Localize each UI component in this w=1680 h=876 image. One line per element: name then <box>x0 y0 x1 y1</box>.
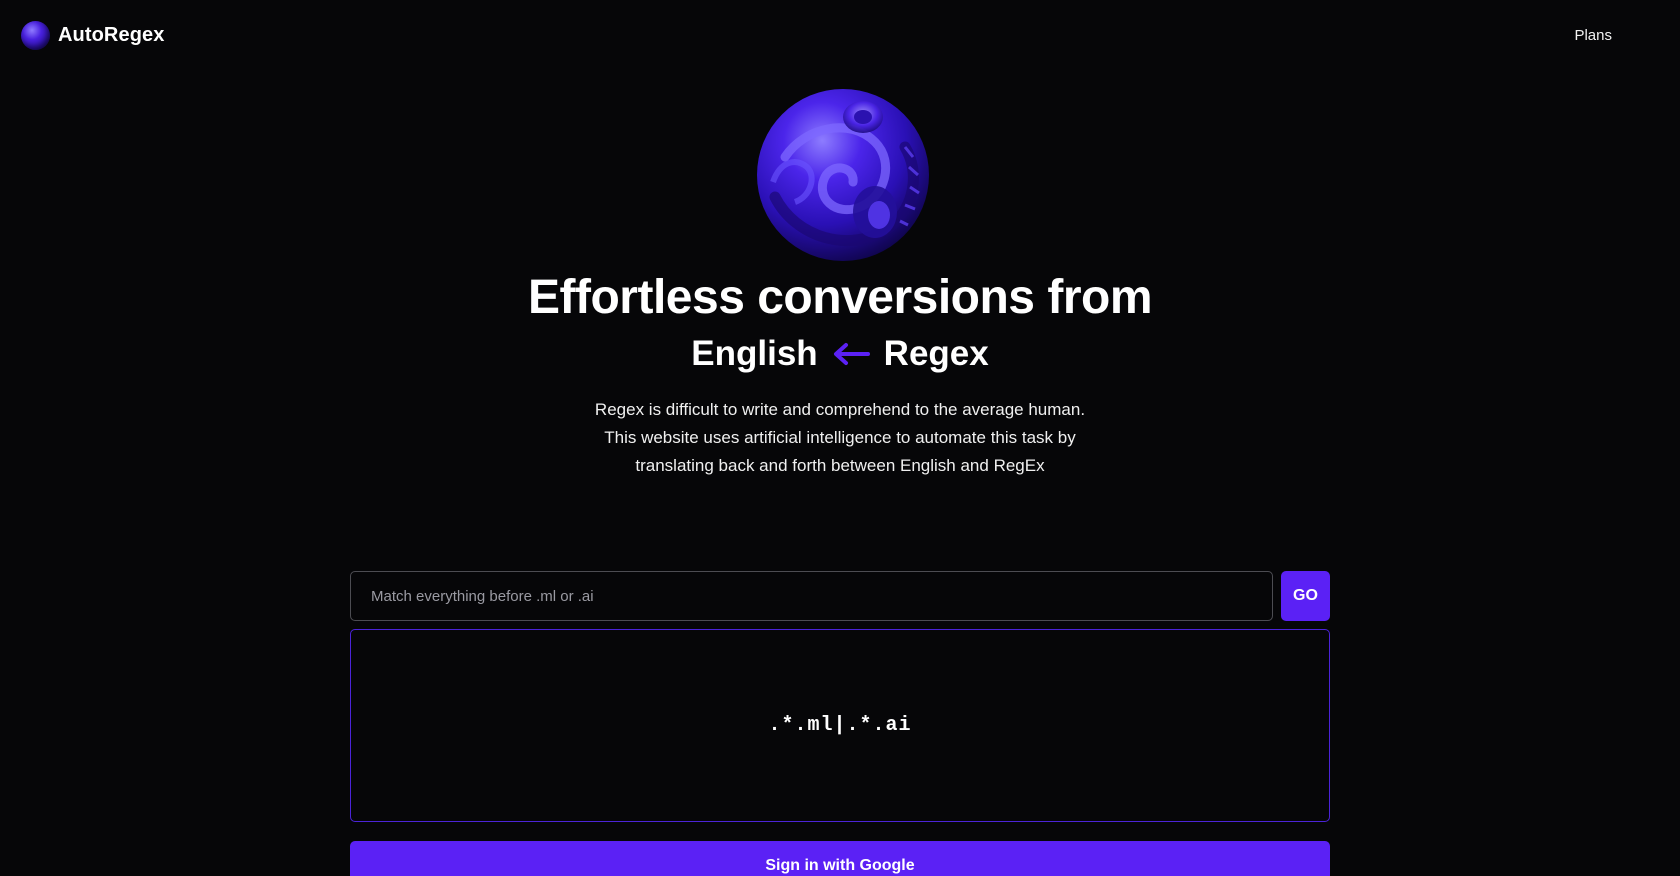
page: AutoRegex Plans Effortless conversions f… <box>0 0 1680 876</box>
regex-output-text: .*.ml|.*.ai <box>768 714 912 737</box>
brand-logo-link[interactable]: AutoRegex <box>21 20 165 50</box>
hero-description: Regex is difficult to write and comprehe… <box>594 400 1086 475</box>
abstract-sphere-icon <box>757 89 929 261</box>
regex-output-box: .*.ml|.*.ai <box>350 629 1330 822</box>
to-language-label: Regex <box>883 334 989 373</box>
hero-orb-image <box>755 87 931 263</box>
from-language-label: English <box>691 334 818 373</box>
english-query-input[interactable] <box>350 571 1273 621</box>
google-signin-button[interactable]: Sign in with Google <box>350 841 1330 876</box>
converter-input-row: GO <box>350 571 1330 621</box>
hero-title: Effortless conversions from <box>528 271 1153 324</box>
go-button[interactable]: GO <box>1281 571 1330 621</box>
plans-link[interactable]: Plans <box>1574 27 1612 44</box>
arrow-left-icon <box>832 342 870 366</box>
conversion-direction: English Regex <box>0 334 1680 374</box>
brand-name: AutoRegex <box>58 23 165 46</box>
top-nav: AutoRegex Plans <box>0 0 1680 70</box>
orb-logo-icon <box>21 20 50 50</box>
